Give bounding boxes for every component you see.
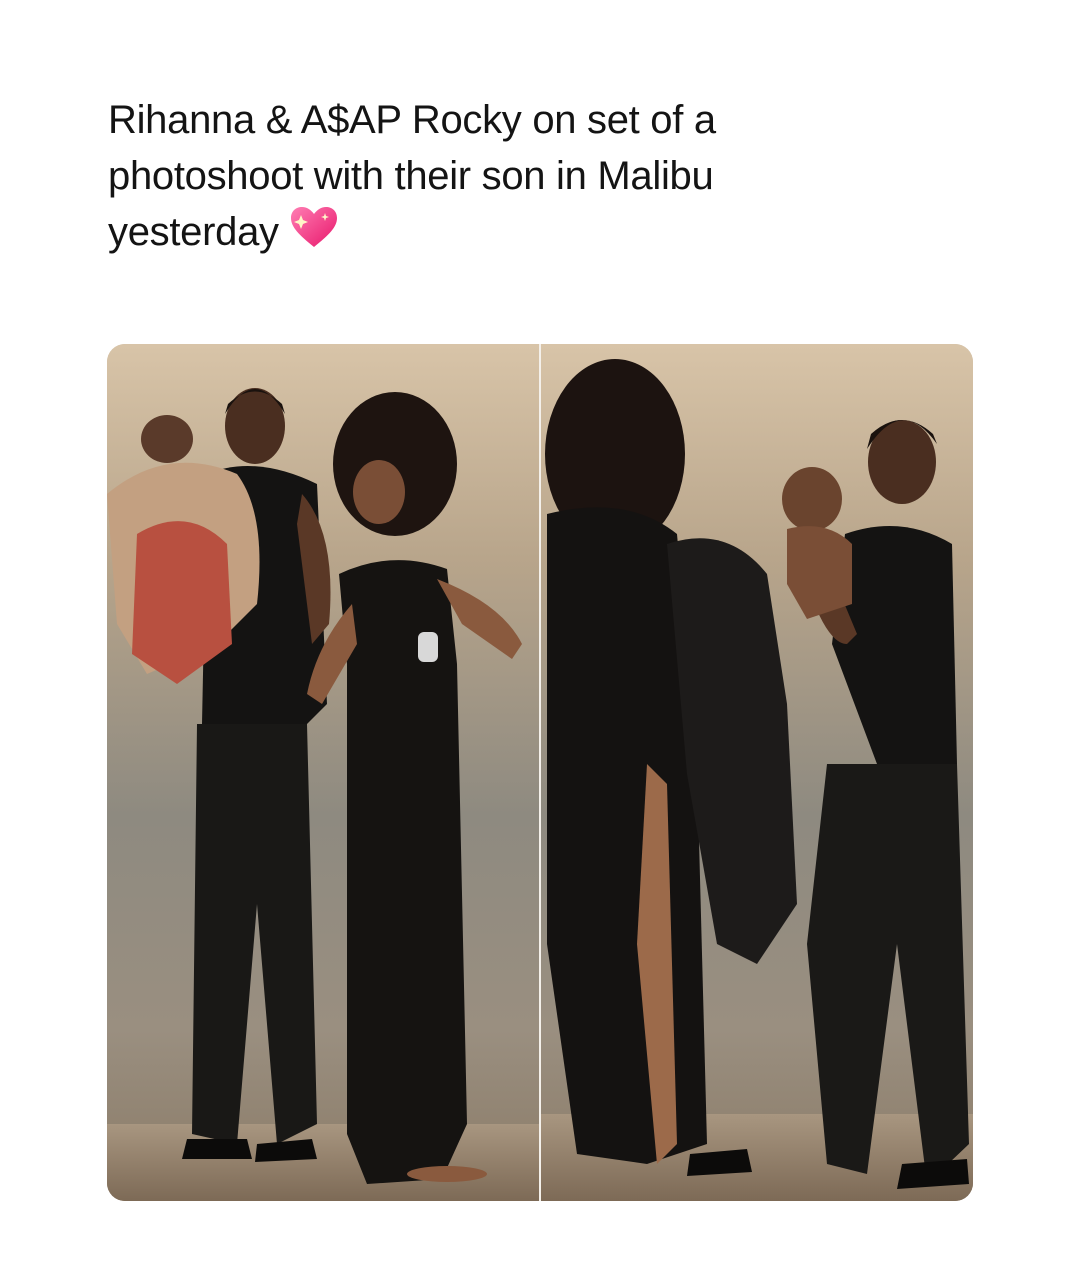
caption-line-3: yesterday	[108, 204, 988, 260]
caption-line-2: photoshoot with their son in Malibu	[108, 154, 714, 198]
left-photo	[107, 344, 539, 1201]
caption-line-1: Rihanna & A$AP Rocky on set of a	[108, 98, 716, 142]
caption-line-3-text: yesterday	[108, 210, 279, 254]
post-caption: Rihanna & A$AP Rocky on set of a photosh…	[108, 92, 988, 260]
photo-collage[interactable]	[107, 344, 973, 1201]
beach-photo-collage	[107, 344, 973, 1201]
right-photo	[541, 344, 973, 1201]
collage-divider	[539, 344, 541, 1201]
sparkling-heart-icon	[290, 207, 337, 247]
